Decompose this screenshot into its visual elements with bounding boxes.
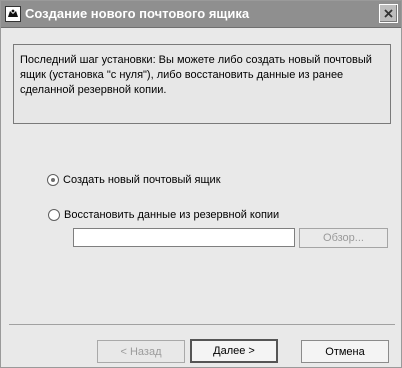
back-button[interactable]: < Назад [97,340,185,363]
browse-button[interactable]: Обзор... [299,228,388,248]
close-button[interactable] [379,4,398,23]
restore-backup-radio[interactable] [48,209,60,221]
create-mailbox-label: Создать новый почтовый ящик [63,174,221,186]
cancel-button[interactable]: Отмена [301,340,389,363]
backup-path-input[interactable] [73,228,295,247]
window-title: Создание нового почтового ящика [25,6,250,21]
next-button[interactable]: Далее > [190,339,278,363]
restore-backup-label: Восстановить данные из резервной копии [64,209,280,221]
create-mailbox-radio[interactable] [47,174,59,186]
info-panel: Последний шаг установки: Вы можете либо … [13,44,391,124]
setup-dialog: Создание нового почтового ящика Последни… [0,0,402,368]
close-icon [384,9,393,18]
create-mailbox-option[interactable]: Создать новый почтовый ящик [47,174,221,186]
restore-backup-option[interactable]: Восстановить данные из резервной копии [48,209,279,221]
title-bar: Создание нового почтового ящика [1,1,401,28]
footer-separator [9,324,395,325]
info-text: Последний шаг установки: Вы можете либо … [20,54,372,96]
app-logo-icon [5,6,21,22]
